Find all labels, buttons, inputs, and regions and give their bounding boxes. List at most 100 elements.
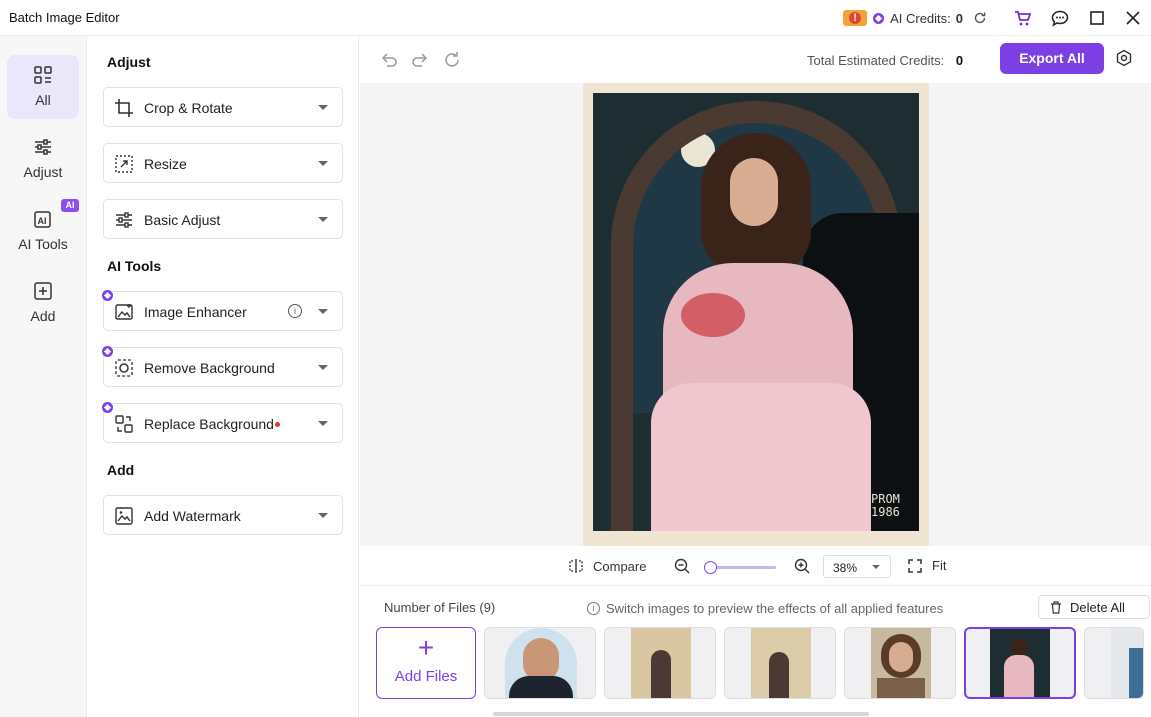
plus-icon: + [417, 632, 435, 663]
photo-face [730, 158, 778, 226]
preview-hint: i Switch images to preview the effects o… [587, 601, 943, 616]
feedback-icon[interactable] [1051, 9, 1069, 27]
thumbnail-figure [1129, 648, 1143, 698]
tool-image-enhancer[interactable]: Image Enhancer i [102, 290, 343, 331]
zoom-slider[interactable] [704, 561, 776, 574]
thumbnail-dress [1004, 655, 1034, 697]
zoom-slider-handle[interactable] [704, 561, 717, 574]
thumbnail-figure [651, 650, 671, 698]
tool-label: Add Watermark [144, 508, 241, 524]
category-nav: All Adjust AI AI Tools AI Add [0, 36, 87, 717]
view-controls: Compare 38% Fit [360, 546, 1151, 586]
file-thumbnail[interactable] [1084, 627, 1144, 699]
chevron-down-icon [318, 309, 328, 314]
redo-icon[interactable] [410, 50, 430, 70]
cart-icon[interactable] [1013, 9, 1031, 27]
add-files-button[interactable]: + Add Files [376, 627, 476, 699]
section-title-ai-tools: AI Tools [107, 258, 162, 274]
delete-all-button[interactable]: Delete All [1038, 595, 1150, 619]
zoom-in-icon[interactable] [794, 558, 810, 574]
fit-screen-icon [908, 558, 922, 573]
file-thumbnail[interactable] [484, 627, 596, 699]
tools-panel: Adjust Crop & Rotate Resize Basic Adjust… [88, 36, 359, 717]
preview-photo-frame: PROM 1986 [583, 83, 929, 546]
nav-label-adjust: Adjust [23, 164, 63, 180]
file-thumbnail[interactable] [844, 627, 956, 699]
export-all-button[interactable]: Export All [1000, 43, 1104, 74]
photo-caption: PROM 1986 [871, 492, 900, 519]
section-title-adjust: Adjust [107, 54, 151, 70]
title-bar-controls: AI Credits: 0 [843, 0, 1151, 36]
zoom-level-select[interactable]: 38% [823, 555, 891, 578]
ai-credits-value: 0 [955, 10, 963, 26]
window-title: Batch Image Editor [9, 10, 120, 25]
compare-label: Compare [593, 558, 647, 574]
zoom-out-icon[interactable] [674, 558, 690, 574]
estimate-value: 0 [955, 53, 964, 68]
file-thumbnail[interactable] [604, 627, 716, 699]
ai-tools-icon: AI [34, 211, 51, 228]
thumbnail-scrollbar[interactable] [493, 712, 869, 716]
photo-skirt [651, 383, 871, 531]
maximize-icon[interactable] [1088, 9, 1106, 27]
tool-crop-rotate[interactable]: Crop & Rotate [103, 87, 343, 127]
undo-icon[interactable] [379, 50, 399, 70]
fit-button[interactable]: Fit [908, 558, 946, 573]
crop-icon [115, 99, 133, 117]
editor-toolbar: Total Estimated Credits: 0 Export All [360, 36, 1151, 83]
info-icon: i [587, 602, 600, 615]
nav-label-ai-tools: AI Tools [18, 236, 68, 252]
chevron-down-icon [318, 421, 328, 426]
nav-item-add[interactable]: Add [7, 271, 79, 335]
svg-text:AI: AI [38, 216, 47, 226]
file-thumbnail[interactable] [724, 627, 836, 699]
nav-item-adjust[interactable]: Adjust [7, 127, 79, 191]
ai-credits-label: AI Credits: [890, 10, 951, 26]
reset-icon[interactable] [442, 50, 462, 70]
info-icon[interactable]: i [288, 304, 302, 318]
chevron-down-icon [318, 513, 328, 518]
tool-add-watermark[interactable]: Add Watermark [103, 495, 343, 535]
tool-label: Resize [144, 156, 187, 172]
compare-button[interactable]: Compare [568, 558, 646, 574]
preview-canvas: PROM 1986 [360, 83, 1151, 546]
zoom-level-value: 38% [833, 561, 858, 575]
nav-item-all[interactable]: All [7, 55, 79, 119]
tool-label: Image Enhancer [144, 304, 247, 320]
replace-background-icon [115, 415, 133, 433]
close-icon[interactable] [1124, 9, 1142, 27]
section-title-add: Add [107, 462, 135, 478]
thumbnail-face [889, 642, 913, 672]
tool-resize[interactable]: Resize [103, 143, 343, 183]
pro-gem-icon [102, 290, 113, 301]
trash-icon [1051, 600, 1061, 614]
nav-label-add: Add [30, 308, 56, 324]
file-count: Number of Files (9) [384, 600, 496, 615]
grid-icon [34, 66, 52, 84]
sliders-icon [116, 212, 132, 228]
delete-all-label: Delete All [1070, 599, 1125, 615]
refresh-credits-icon[interactable] [971, 9, 989, 27]
tool-basic-adjust[interactable]: Basic Adjust [103, 199, 343, 239]
file-thumbnail-selected[interactable] [964, 627, 1076, 699]
promo-gift-icon[interactable] [843, 10, 868, 26]
settings-gear-icon[interactable] [1115, 49, 1133, 67]
fit-label: Fit [932, 558, 947, 573]
pro-gem-icon [102, 402, 113, 413]
add-square-icon [34, 282, 52, 300]
tool-replace-background[interactable]: Replace Background [102, 402, 343, 443]
preview-photo: PROM 1986 [593, 93, 919, 531]
file-strip: Number of Files (9) i Switch images to p… [360, 586, 1151, 717]
pro-gem-icon [102, 346, 113, 357]
tool-remove-background[interactable]: Remove Background [102, 346, 343, 387]
ai-credits: AI Credits: 0 [869, 9, 989, 27]
image-enhance-icon [115, 304, 133, 320]
chevron-down-icon [318, 365, 328, 370]
chevron-down-icon [318, 217, 328, 222]
new-dot-indicator [275, 422, 280, 427]
tool-label: Basic Adjust [144, 212, 221, 228]
title-bar: Batch Image Editor AI Credits: 0 [0, 0, 1151, 36]
tool-label: Replace Background [144, 416, 274, 432]
estimate-label: Total Estimated Credits: [807, 53, 945, 68]
main-area: Total Estimated Credits: 0 Export All PR… [360, 36, 1151, 717]
